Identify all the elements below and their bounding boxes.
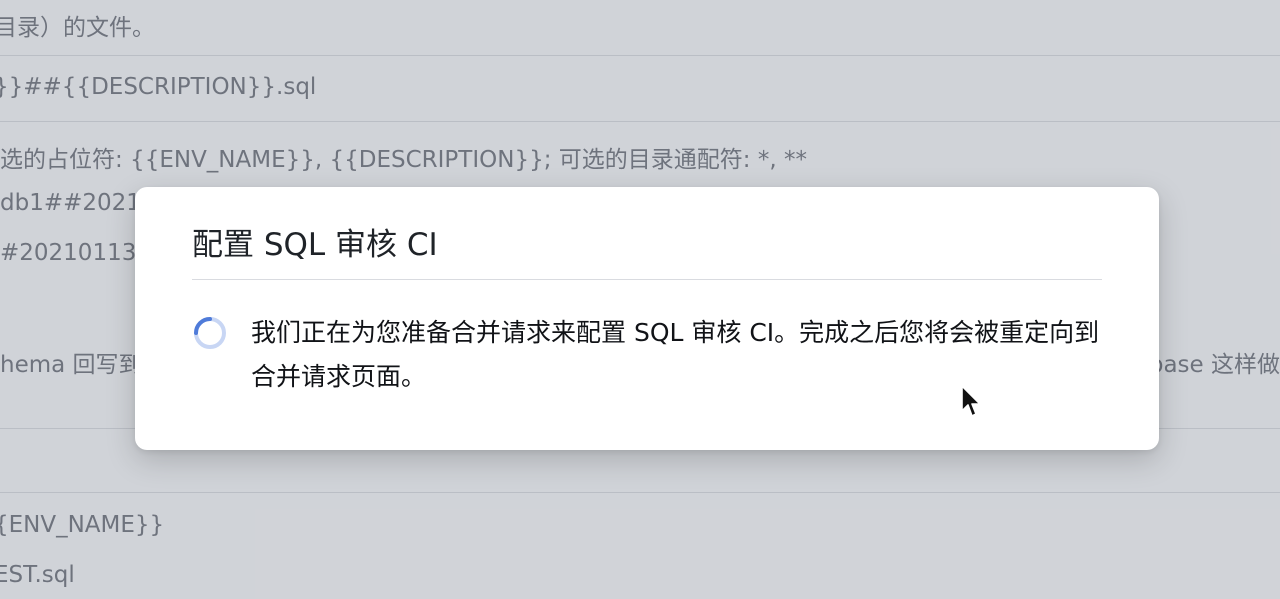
configure-sql-review-ci-dialog: 配置 SQL 审核 CI 我们正在为您准备合并请求来配置 SQL 审核 CI。完…: [135, 187, 1159, 450]
dialog-message: 我们正在为您准备合并请求来配置 SQL 审核 CI。完成之后您将会被重定向到合并…: [251, 318, 1100, 391]
dialog-title: 配置 SQL 审核 CI: [192, 227, 438, 263]
dialog-divider: [192, 279, 1102, 280]
mouse-cursor-icon: [961, 385, 981, 417]
loading-spinner-icon: [194, 317, 226, 349]
